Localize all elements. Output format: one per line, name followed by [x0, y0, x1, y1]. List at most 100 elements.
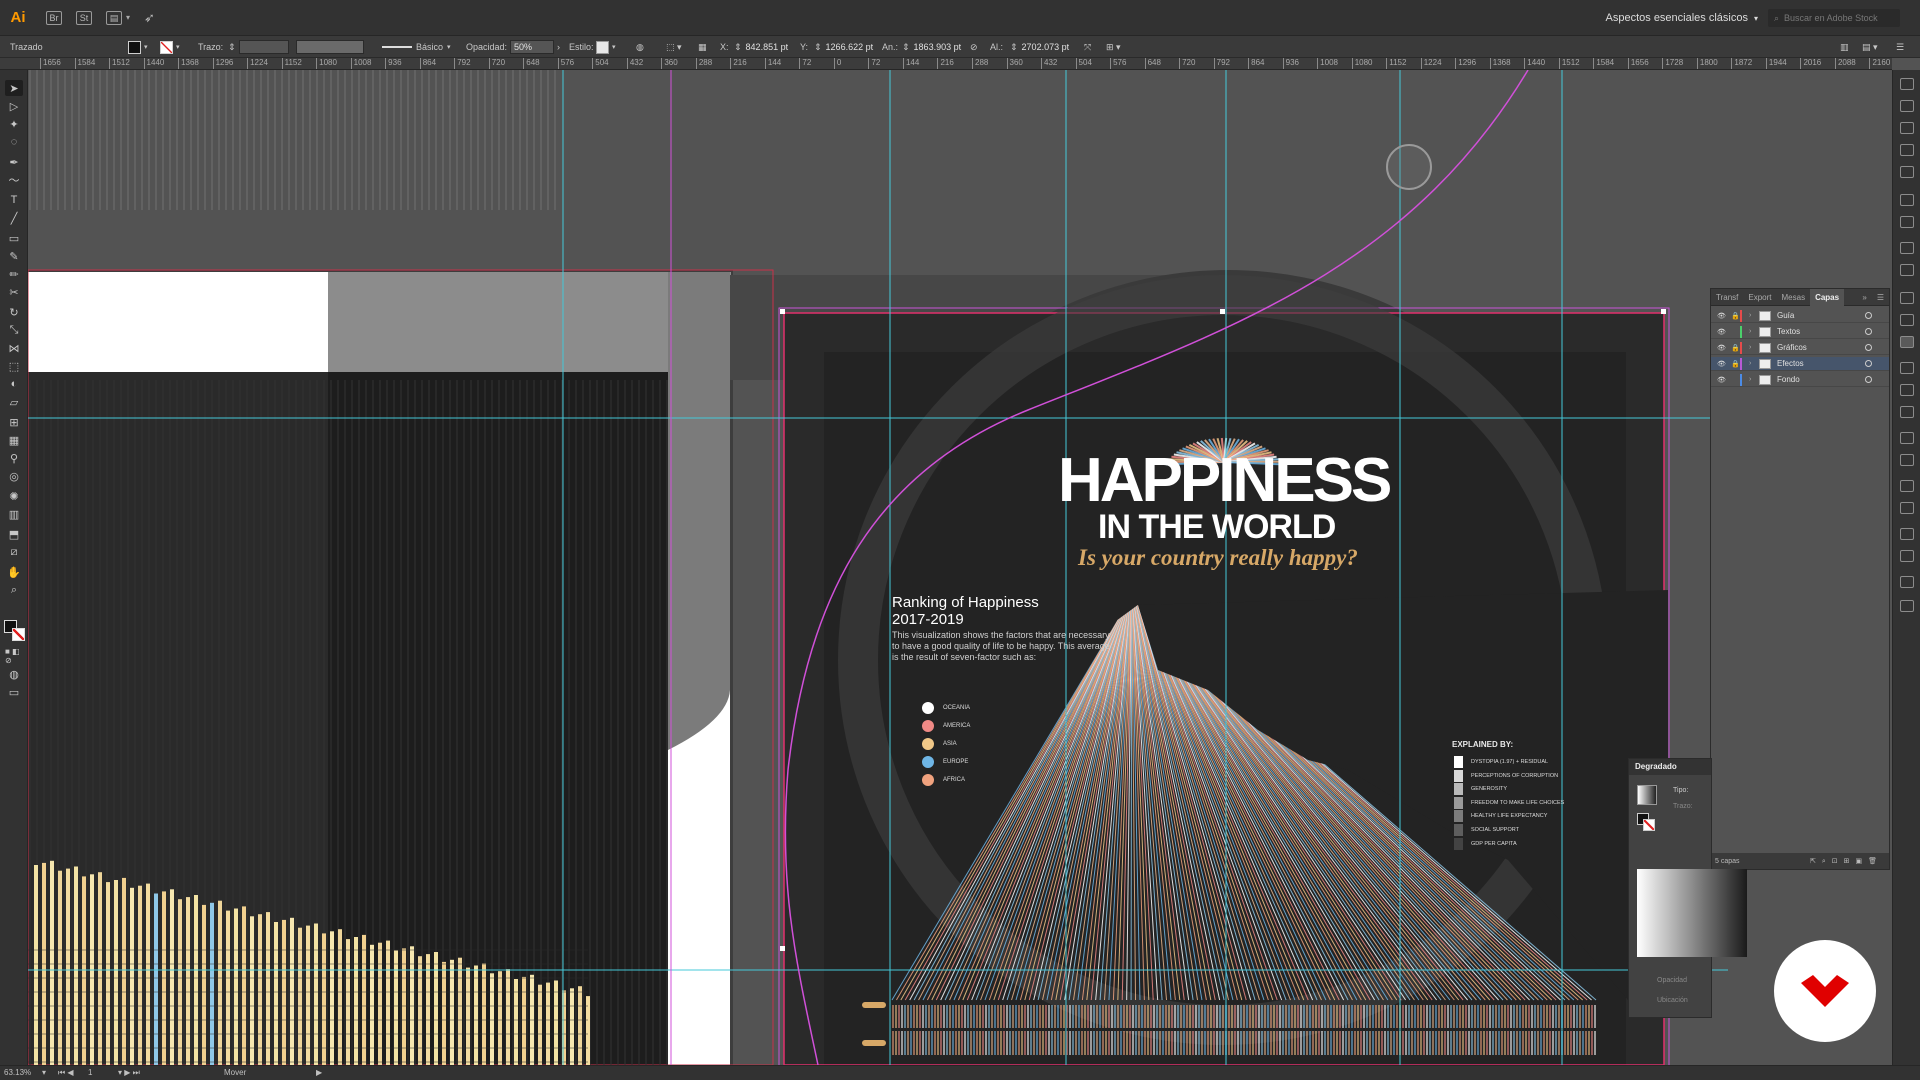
stroke-panel-icon[interactable] — [1900, 194, 1914, 206]
visibility-eye-icon[interactable]: 👁 — [1717, 312, 1726, 320]
opentype-panel-icon[interactable] — [1900, 502, 1914, 514]
properties-panel-icon[interactable] — [1900, 78, 1914, 90]
region-legend-item[interactable]: AMERICA — [922, 720, 970, 732]
target-circle-icon[interactable] — [1865, 376, 1872, 383]
gradient-panel-title[interactable]: Degradado — [1629, 759, 1711, 775]
blend-tool-icon[interactable]: ◎ — [5, 468, 23, 484]
bridge-icon[interactable]: Br — [46, 10, 62, 25]
factor-legend-item[interactable]: PERCEPTIONS OF CORRUPTION — [1454, 769, 1558, 782]
direct-selection-tool-icon[interactable]: ▷ — [5, 98, 23, 114]
constrain-proportions-icon[interactable]: ⊘ — [970, 36, 978, 58]
curvature-tool-icon[interactable]: 〜 — [5, 172, 23, 188]
artwork-subtitle[interactable]: Is your country really happy? — [1078, 546, 1358, 570]
factor-legend-item[interactable]: HEALTHY LIFE EXPECTANCY — [1454, 810, 1547, 823]
horizontal-ruler[interactable]: 1656 1584 1512 1440 1368 1296 1224 1152 1080 1008… — [28, 58, 1892, 70]
panel-layout-icon[interactable]: ▥ — [1840, 36, 1849, 58]
scale-tool-icon[interactable]: ⤡ — [5, 322, 23, 338]
symbol-sprayer-tool-icon[interactable]: ✺ — [5, 488, 23, 504]
settings-panel-icon[interactable] — [1900, 528, 1914, 540]
glyphs-panel-icon[interactable] — [1900, 600, 1914, 612]
rectangle-tool-icon[interactable]: ▭ — [5, 230, 23, 246]
graphic-styles-panel-icon[interactable] — [1900, 264, 1914, 276]
layer-row[interactable]: 👁 › Fondo — [1711, 373, 1889, 387]
paragraph-panel-icon[interactable] — [1900, 480, 1914, 492]
perspective-grid-tool-icon[interactable]: ▱ — [5, 394, 23, 410]
align-panel-icon[interactable] — [1900, 362, 1914, 374]
stroke-swatch-icon[interactable] — [12, 628, 25, 641]
visibility-eye-icon[interactable]: 👁 — [1717, 328, 1726, 336]
drawing-modes-icon[interactable]: ◍ — [5, 666, 23, 682]
lock-icon[interactable]: 🔒 — [1731, 360, 1740, 368]
tab-transform[interactable]: Transf — [1711, 289, 1743, 306]
lasso-tool-icon[interactable]: ◌ — [5, 134, 23, 150]
eyedropper-tool-icon[interactable]: ⚲ — [5, 450, 23, 466]
rotate-tool-icon[interactable]: ↻ — [5, 304, 23, 320]
transparency-panel-icon[interactable] — [1900, 216, 1914, 228]
scissors-tool-icon[interactable]: ✂ — [5, 284, 23, 300]
layer-row[interactable]: 👁 › Textos — [1711, 325, 1889, 339]
transform-reference-icon[interactable]: ▦ — [698, 36, 707, 58]
recolor-artwork-icon[interactable]: ◍ — [636, 36, 644, 58]
factor-legend-item[interactable]: DYSTOPIA (1.97) + RESIDUAL — [1454, 756, 1548, 768]
gpu-performance-icon[interactable]: ➶ — [144, 10, 155, 26]
info-panel-icon[interactable] — [1900, 550, 1914, 562]
x-position-input[interactable]: ⇕ 842.851 pt — [734, 36, 788, 58]
pencil-tool-icon[interactable]: ✏ — [5, 266, 23, 282]
tab-artboards[interactable]: Mesas — [1777, 289, 1811, 306]
stock-icon[interactable]: St — [76, 10, 92, 25]
visibility-eye-icon[interactable]: 👁 — [1717, 376, 1726, 384]
fill-swatch[interactable]: ▾ — [128, 36, 148, 58]
region-legend-item[interactable]: ASIA — [922, 738, 957, 750]
artwork-title[interactable]: HAPPINESS — [1058, 450, 1392, 512]
gradient-thumbnail[interactable] — [1637, 785, 1657, 805]
magic-wand-tool-icon[interactable]: ✦ — [5, 116, 23, 132]
status-menu-icon[interactable]: ▶ — [316, 1066, 322, 1080]
align-icon[interactable]: ⬚ ▾ — [666, 36, 682, 58]
target-circle-icon[interactable] — [1865, 344, 1872, 351]
lock-icon[interactable]: 🔒 — [1731, 312, 1740, 320]
transform-panel-icon[interactable] — [1900, 432, 1914, 444]
swatches-panel-icon[interactable] — [1900, 122, 1914, 134]
gradient-stroke-swatch[interactable] — [1643, 819, 1655, 831]
target-circle-icon[interactable] — [1865, 328, 1872, 335]
type-tool-icon[interactable]: T — [5, 192, 23, 208]
target-circle-icon[interactable] — [1865, 360, 1872, 367]
layer-name[interactable]: Efectos — [1777, 359, 1804, 368]
export-panel-icon[interactable] — [1900, 314, 1914, 326]
stroke-weight-stepper[interactable]: ⇕ — [228, 36, 289, 58]
column-graph-tool-icon[interactable]: ▥ — [5, 506, 23, 522]
target-circle-icon[interactable] — [1865, 312, 1872, 319]
width-input[interactable]: ⇕ 1863.903 pt — [902, 36, 961, 58]
layer-row[interactable]: 👁 🔒 › Guía — [1711, 309, 1889, 323]
zoom-tool-icon[interactable]: ⌕ — [5, 582, 23, 598]
artwork-title-line2[interactable]: IN THE WORLD — [1098, 510, 1336, 544]
region-legend-item[interactable]: AFRICA — [922, 774, 965, 786]
factor-legend-item[interactable]: SOCIAL SUPPORT — [1454, 824, 1519, 836]
slice-tool-icon[interactable]: ⧄ — [5, 544, 23, 560]
variable-width-profile[interactable] — [296, 36, 364, 58]
collapse-panel-icon[interactable]: » — [1857, 289, 1871, 306]
stroke-swatch[interactable]: ▾ — [160, 36, 180, 58]
hand-tool-icon[interactable]: ✋ — [5, 564, 23, 580]
arrange-icon[interactable]: ⊞ ▾ — [1106, 36, 1121, 58]
panel-options-icon[interactable]: ▤ ▾ — [1862, 36, 1878, 58]
gradient-tool-icon[interactable]: ▦ — [5, 432, 23, 448]
graphic-style-swatch[interactable]: ▾ — [596, 36, 616, 58]
lock-icon[interactable]: 🔒 — [1731, 344, 1740, 352]
appearance-panel-icon[interactable] — [1900, 242, 1914, 254]
screen-mode-icon[interactable]: ▭ — [5, 684, 23, 700]
color-mode-icons[interactable]: ■ ◧ ⊘ — [5, 647, 23, 665]
gradient-slider-preview[interactable] — [1637, 869, 1747, 957]
zoom-level[interactable]: 63.13% — [4, 1066, 31, 1080]
height-input[interactable]: ⇕ 2702.073 pt — [1010, 36, 1069, 58]
document-canvas[interactable]: HAPPINESS IN THE WORLD Is your country r… — [28, 70, 1892, 1065]
brush-definition[interactable]: Básico ▾ — [382, 36, 451, 58]
layers-panel-icon[interactable] — [1900, 336, 1914, 348]
layer-row[interactable]: 👁 🔒 › Gráficos — [1711, 341, 1889, 355]
expand-layer-icon[interactable]: › — [1749, 360, 1751, 367]
brushes-panel-icon[interactable] — [1900, 144, 1914, 156]
artboard-number[interactable]: 1 — [88, 1066, 92, 1080]
mesh-tool-icon[interactable]: ⊞ — [5, 414, 23, 430]
workspace-switcher[interactable]: Aspectos esenciales clásicos ▾ — [1606, 0, 1758, 36]
links-panel-icon[interactable] — [1900, 406, 1914, 418]
